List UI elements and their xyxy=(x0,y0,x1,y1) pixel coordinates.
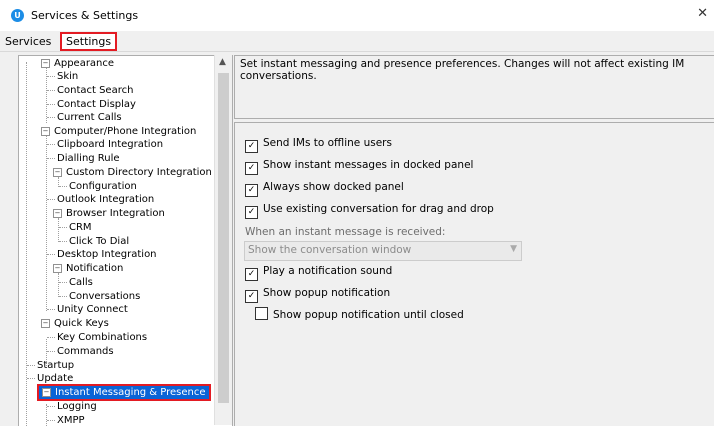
play-sound-option[interactable]: ✓ Play a notification sound xyxy=(245,263,392,281)
checkbox-empty-icon[interactable] xyxy=(255,307,268,320)
chevron-down-icon: ▼ xyxy=(510,244,517,254)
tab-bar: Services Settings xyxy=(0,31,714,52)
tree-item-contact-search[interactable]: Contact Search xyxy=(57,84,133,97)
tree-item-computer-phone-integration[interactable]: − Computer/Phone Integration xyxy=(41,125,196,138)
tree-item-xmpp[interactable]: XMPP xyxy=(57,414,85,426)
received-action-value: Show the conversation window xyxy=(248,244,412,256)
tree-item-clipboard-integration[interactable]: Clipboard Integration xyxy=(57,138,163,151)
collapse-icon[interactable]: − xyxy=(53,209,62,218)
tree-item-calls[interactable]: Calls xyxy=(69,276,93,289)
tree-item-custom-directory-integration[interactable]: − Custom Directory Integration xyxy=(53,166,212,179)
always-docked-option[interactable]: ✓ Always show docked panel xyxy=(245,179,404,197)
popup-option[interactable]: ✓ Show popup notification xyxy=(245,285,390,303)
existing-conversation-option[interactable]: ✓ Use existing conversation for drag and … xyxy=(245,201,494,219)
tree-item-crm[interactable]: CRM xyxy=(69,221,92,234)
tree-scrollbar[interactable]: ▲ xyxy=(214,55,232,425)
tree-item-click-to-dial[interactable]: Click To Dial xyxy=(69,235,129,248)
tree-item-browser-integration[interactable]: − Browser Integration xyxy=(53,207,165,220)
scroll-thumb[interactable] xyxy=(218,73,229,403)
tree-item-unity-connect[interactable]: Unity Connect xyxy=(57,303,128,316)
tree-item-skin[interactable]: Skin xyxy=(57,70,78,83)
collapse-icon[interactable]: − xyxy=(53,264,62,273)
tree-item-update[interactable]: Update xyxy=(37,372,73,385)
tree-item-desktop-integration[interactable]: Desktop Integration xyxy=(57,248,157,261)
tree-item-startup[interactable]: Startup xyxy=(37,359,74,372)
collapse-icon[interactable]: − xyxy=(41,127,50,136)
tree-item-appearance[interactable]: − Appearance xyxy=(41,57,114,70)
checkbox-checked-icon[interactable]: ✓ xyxy=(245,290,258,303)
description-text: Set instant messaging and presence prefe… xyxy=(240,58,685,82)
app-logo-icon: U xyxy=(11,9,24,22)
received-label: When an instant message is received: xyxy=(245,226,446,238)
collapse-icon[interactable]: − xyxy=(41,59,50,68)
description-panel: Set instant messaging and presence prefe… xyxy=(234,55,714,119)
window-title: Services & Settings xyxy=(31,9,139,22)
tree-item-contact-display[interactable]: Contact Display xyxy=(57,98,136,111)
docked-panel-option[interactable]: ✓ Show instant messages in docked panel xyxy=(245,157,473,175)
checkbox-checked-icon[interactable]: ✓ xyxy=(245,206,258,219)
tree-item-notification[interactable]: − Notification xyxy=(53,262,123,275)
tree-item-quick-keys[interactable]: − Quick Keys xyxy=(41,317,109,330)
send-offline-option[interactable]: ✓ Send IMs to offline users xyxy=(245,135,392,153)
tree-item-configuration[interactable]: Configuration xyxy=(69,180,137,193)
tree-item-logging[interactable]: Logging xyxy=(57,400,97,413)
close-icon[interactable]: ✕ xyxy=(697,6,708,21)
tree-item-outlook-integration[interactable]: Outlook Integration xyxy=(57,193,154,206)
tree-item-key-combinations[interactable]: Key Combinations xyxy=(57,331,147,344)
tab-settings[interactable]: Settings xyxy=(60,32,118,51)
tree-item-instant-messaging-presence[interactable]: − Instant Messaging & Presence xyxy=(37,384,211,401)
scroll-up-icon[interactable]: ▲ xyxy=(219,57,226,67)
tree-item-commands[interactable]: Commands xyxy=(57,345,114,358)
tree-item-current-calls[interactable]: Current Calls xyxy=(57,111,122,124)
popup-until-closed-option[interactable]: Show popup notification until closed xyxy=(255,307,464,323)
collapse-icon[interactable]: − xyxy=(53,168,62,177)
collapse-icon[interactable]: − xyxy=(42,388,51,397)
tree-item-conversations[interactable]: Conversations xyxy=(69,290,140,303)
tab-services[interactable]: Services xyxy=(5,35,51,48)
title-bar: U Services & Settings ✕ xyxy=(0,0,714,31)
checkbox-checked-icon[interactable]: ✓ xyxy=(245,184,258,197)
collapse-icon[interactable]: − xyxy=(41,319,50,328)
settings-tree: − Appearance Skin Contact Search Contact … xyxy=(18,55,233,426)
tree-item-dialling-rule[interactable]: Dialling Rule xyxy=(57,152,120,165)
received-action-select[interactable]: Show the conversation window ▼ xyxy=(244,241,522,261)
checkbox-checked-icon[interactable]: ✓ xyxy=(245,268,258,281)
checkbox-checked-icon[interactable]: ✓ xyxy=(245,140,258,153)
options-panel: ✓ Send IMs to offline users ✓ Show instant… xyxy=(234,122,714,426)
checkbox-checked-icon[interactable]: ✓ xyxy=(245,162,258,175)
